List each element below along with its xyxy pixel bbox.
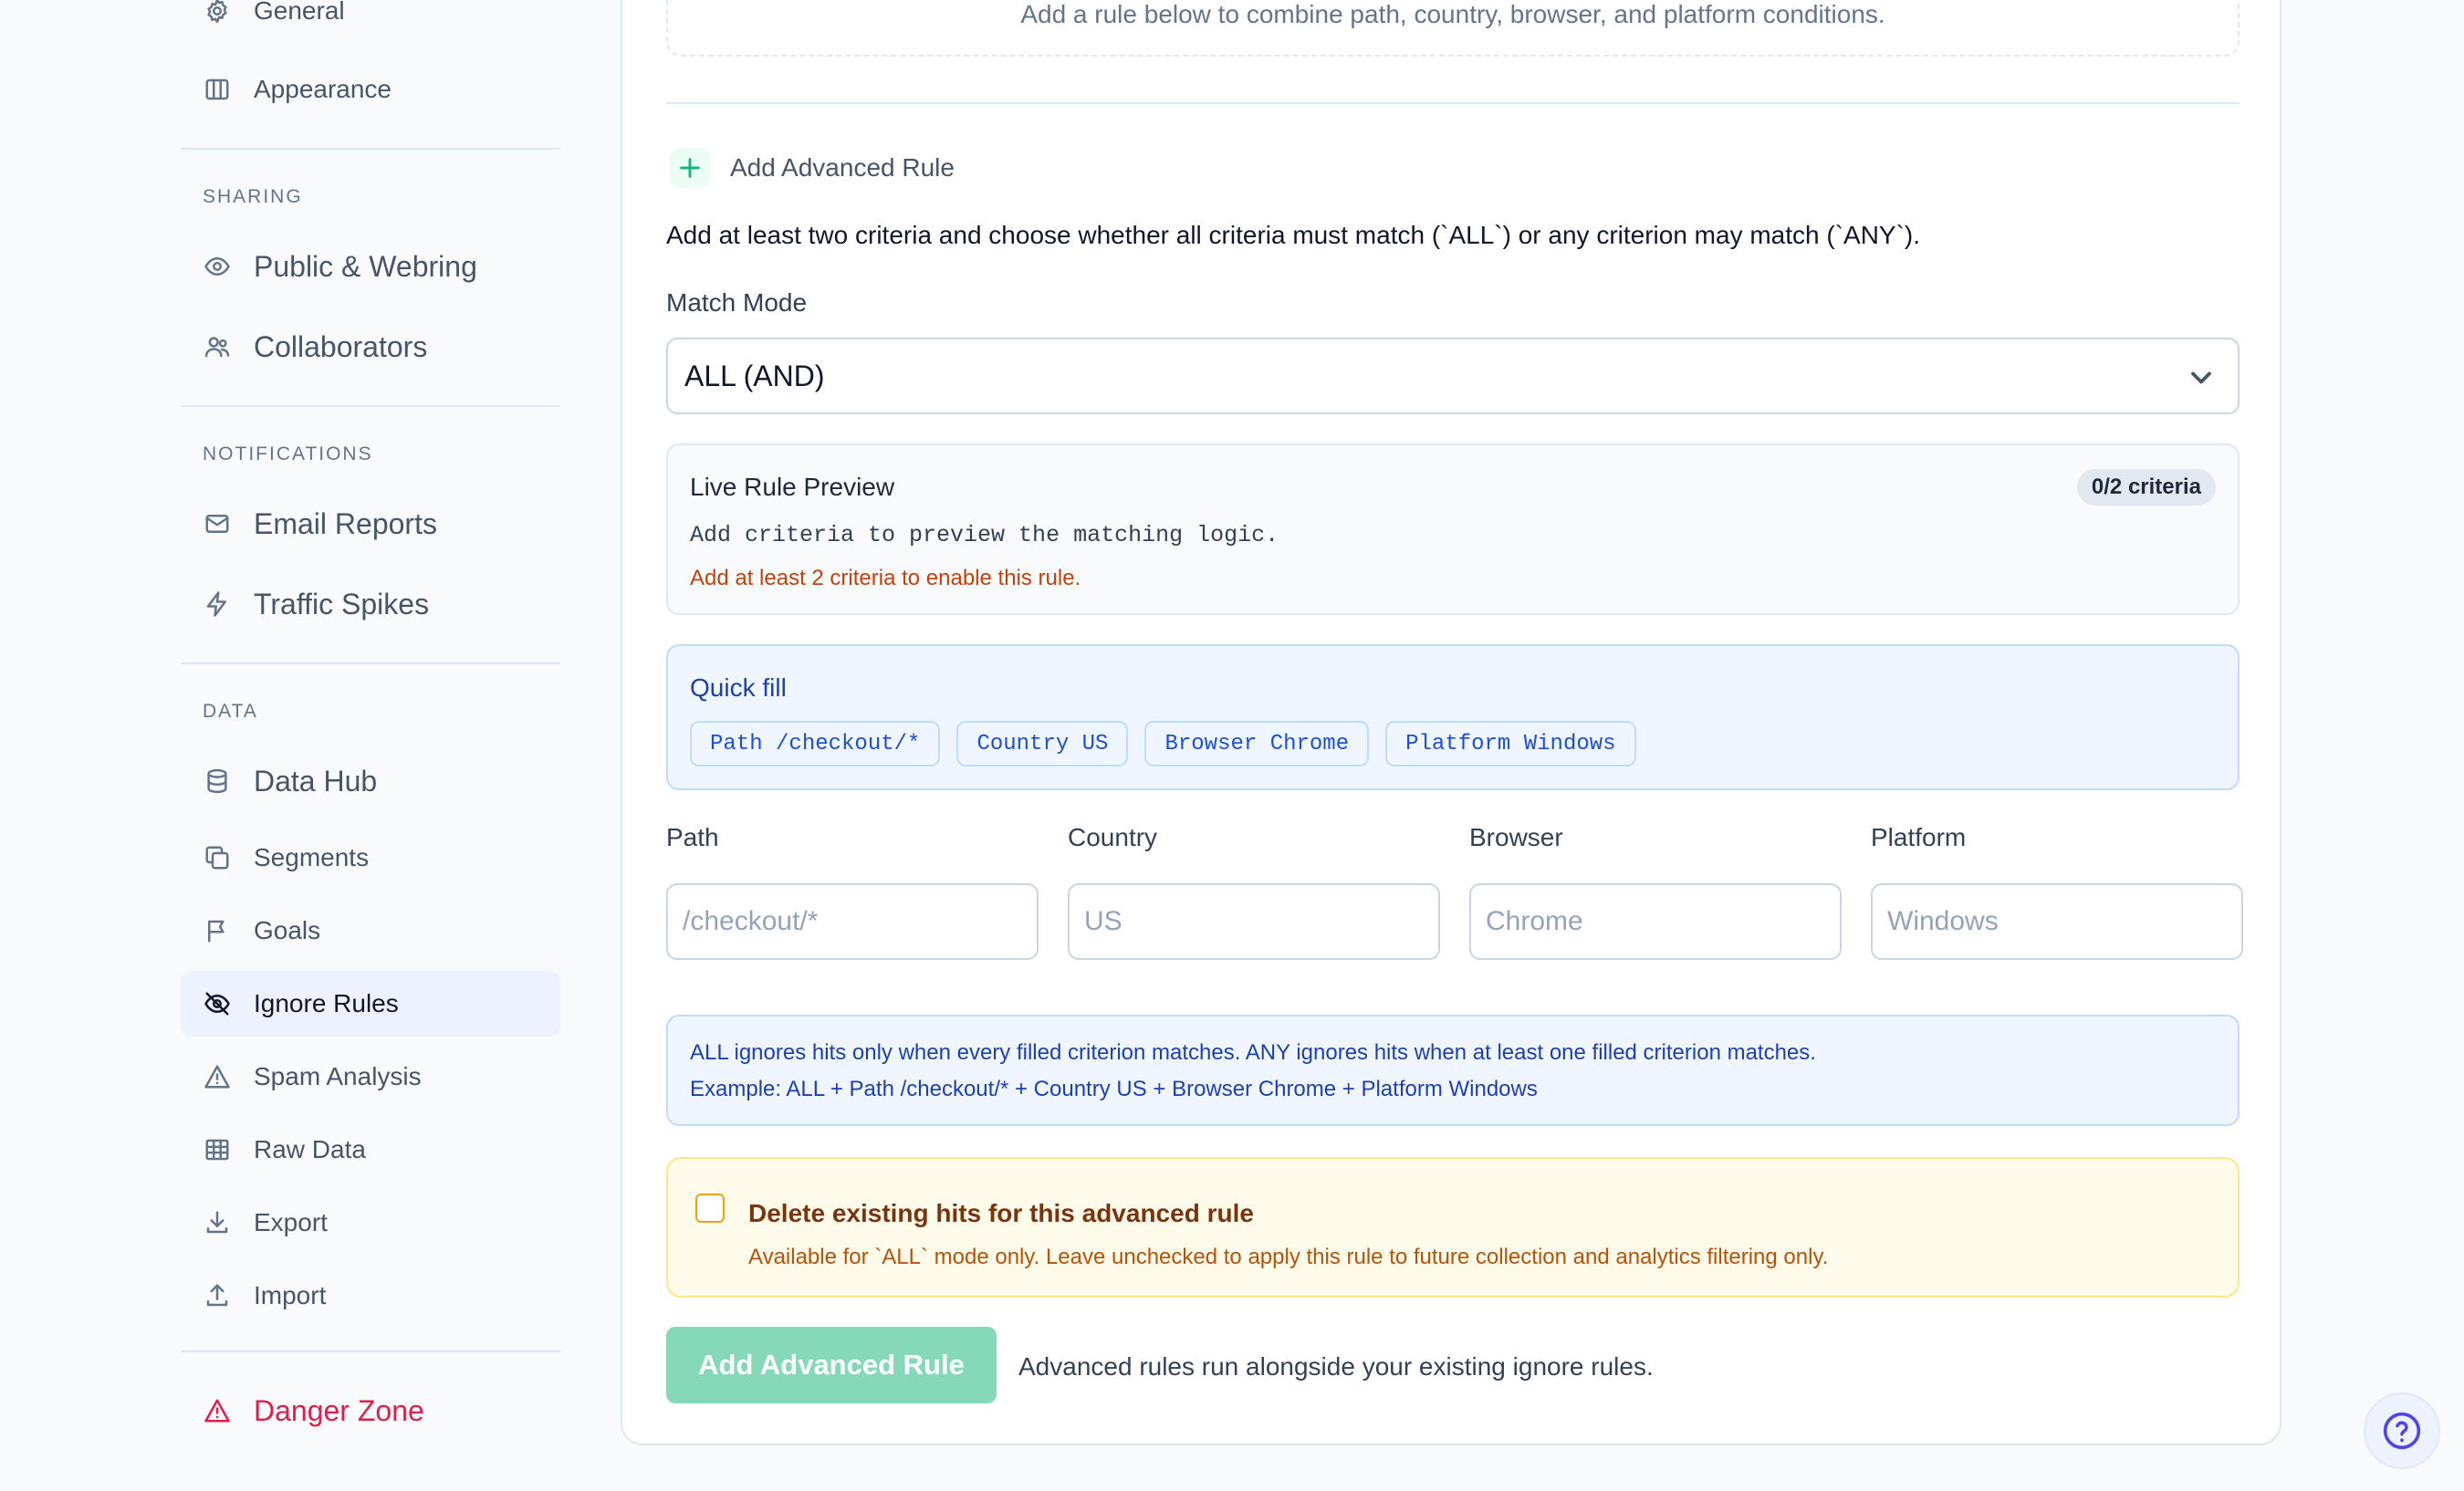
gear-icon xyxy=(203,0,232,26)
sidebar-item-public-webring[interactable]: Public & Webring xyxy=(181,234,560,299)
delete-hits-description: Available for `ALL` mode only. Leave unc… xyxy=(748,1245,1829,1269)
advanced-rule-title: Add Advanced Rule xyxy=(730,153,955,182)
preview-warning: Add at least 2 criteria to enable this r… xyxy=(690,566,1081,590)
sidebar-item-label: Traffic Spikes xyxy=(254,587,430,620)
help-icon xyxy=(2383,1412,2421,1450)
match-mode-label: Match Mode xyxy=(666,288,808,317)
path-label: Path xyxy=(666,823,719,851)
sidebar-item-label: Public & Webring xyxy=(254,249,477,283)
sidebar-item-data-hub[interactable]: Data Hub xyxy=(181,748,560,814)
sidebar-divider xyxy=(181,1350,560,1352)
sidebar-divider xyxy=(181,405,560,407)
sidebar-item-label: Appearance xyxy=(254,75,392,103)
sidebar-item-segments[interactable]: Segments xyxy=(181,825,560,891)
ignore-rules-card: Add a rule below to combine path, countr… xyxy=(621,0,2281,1445)
eye-off-icon xyxy=(203,989,232,1018)
quick-fill-chip-browser[interactable]: Browser Chrome xyxy=(1144,721,1370,766)
sidebar-item-label: Email Reports xyxy=(254,506,437,540)
columns-icon xyxy=(203,75,232,104)
bolt-icon xyxy=(203,589,232,619)
sidebar-item-general[interactable]: General xyxy=(181,0,560,44)
quick-fill-chips: Path /checkout/* Country US Browser Chro… xyxy=(690,721,1636,766)
sidebar-item-email-reports[interactable]: Email Reports xyxy=(181,491,560,557)
sidebar-section-sharing: SHARING xyxy=(203,186,303,207)
section-divider xyxy=(666,102,2240,104)
danger-triangle-icon xyxy=(203,1396,232,1425)
advanced-rule-description: Add at least two criteria and choose whe… xyxy=(666,221,1921,249)
sidebar-item-collaborators[interactable]: Collaborators xyxy=(181,314,560,380)
empty-state-text: Add a rule below to combine path, countr… xyxy=(1020,0,1885,28)
chevron-down-icon xyxy=(2185,361,2218,394)
match-mode-select[interactable]: ALL (AND) xyxy=(666,338,2240,414)
country-label: Country xyxy=(1068,823,1158,851)
sidebar-divider xyxy=(181,148,560,150)
delete-hits-checkbox[interactable] xyxy=(695,1194,725,1223)
path-field: Path xyxy=(666,823,1039,960)
settings-sidebar: General Appearance SHARING Public & Webr… xyxy=(181,0,560,1491)
add-advanced-rule-button[interactable]: Add Advanced Rule xyxy=(666,1327,997,1403)
sidebar-item-label: Segments xyxy=(254,843,370,871)
info-line-2: Example: ALL + Path /checkout/* + Countr… xyxy=(690,1077,1538,1101)
delete-hits-title: Delete existing hits for this advanced r… xyxy=(748,1199,1254,1227)
sidebar-item-export[interactable]: Export xyxy=(181,1190,560,1256)
country-field: Country xyxy=(1068,823,1440,960)
platform-label: Platform xyxy=(1871,823,1967,851)
criteria-count-badge: 0/2 criteria xyxy=(2076,469,2216,506)
sidebar-item-label: Goals xyxy=(254,916,321,944)
help-button[interactable] xyxy=(2364,1392,2440,1469)
sidebar-section-data: DATA xyxy=(203,701,258,722)
match-mode-value: ALL (AND) xyxy=(684,359,825,392)
sidebar-item-label: Raw Data xyxy=(254,1135,366,1163)
browser-input[interactable] xyxy=(1469,883,1842,960)
sidebar-divider xyxy=(181,662,560,664)
sidebar-item-appearance[interactable]: Appearance xyxy=(181,57,560,122)
table-icon xyxy=(203,1135,232,1164)
browser-label: Browser xyxy=(1469,823,1563,851)
sidebar-item-raw-data[interactable]: Raw Data xyxy=(181,1117,560,1183)
path-input[interactable] xyxy=(666,883,1039,960)
sidebar-item-label: Import xyxy=(254,1281,327,1309)
browser-field: Browser xyxy=(1469,823,1842,960)
preview-logic-text: Add criteria to preview the matching log… xyxy=(690,522,1279,548)
delete-hits-option: Delete existing hits for this advanced r… xyxy=(666,1157,2240,1298)
submit-note: Advanced rules run alongside your existi… xyxy=(1018,1352,1654,1381)
sidebar-item-ignore-rules[interactable]: Ignore Rules xyxy=(181,971,560,1037)
sidebar-item-spam-analysis[interactable]: Spam Analysis xyxy=(181,1044,560,1110)
users-icon xyxy=(203,332,232,361)
sidebar-item-label: Collaborators xyxy=(254,329,428,363)
sidebar-item-danger-zone[interactable]: Danger Zone xyxy=(181,1378,560,1444)
live-rule-preview: Live Rule Preview 0/2 criteria Add crite… xyxy=(666,443,2240,615)
download-icon xyxy=(203,1208,232,1237)
preview-title: Live Rule Preview xyxy=(690,473,895,501)
eye-icon xyxy=(203,252,232,281)
upload-icon xyxy=(203,1281,232,1310)
flag-icon xyxy=(203,916,232,945)
quick-fill-chip-platform[interactable]: Platform Windows xyxy=(1385,721,1636,766)
database-icon xyxy=(203,766,232,796)
sidebar-item-label: General xyxy=(254,0,345,25)
quick-fill-panel: Quick fill Path /checkout/* Country US B… xyxy=(666,644,2240,790)
quick-fill-chip-path[interactable]: Path /checkout/* xyxy=(690,721,941,766)
alert-triangle-icon xyxy=(203,1062,232,1091)
platform-input[interactable] xyxy=(1871,883,2243,960)
sidebar-item-traffic-spikes[interactable]: Traffic Spikes xyxy=(181,571,560,637)
quick-fill-chip-country[interactable]: Country US xyxy=(956,721,1129,766)
info-line-1: ALL ignores hits only when every filled … xyxy=(690,1040,1816,1065)
platform-field: Platform xyxy=(1871,823,2243,960)
match-mode-info: ALL ignores hits only when every filled … xyxy=(666,1015,2240,1126)
plus-icon xyxy=(670,148,710,188)
sidebar-item-label: Danger Zone xyxy=(254,1393,424,1427)
country-input[interactable] xyxy=(1068,883,1440,960)
sidebar-item-label: Export xyxy=(254,1208,328,1236)
copy-icon xyxy=(203,843,232,872)
sidebar-item-goals[interactable]: Goals xyxy=(181,898,560,964)
advanced-rule-heading: Add Advanced Rule xyxy=(670,148,955,188)
sidebar-item-import[interactable]: Import xyxy=(181,1263,560,1329)
quick-fill-title: Quick fill xyxy=(690,673,787,702)
sidebar-item-label: Spam Analysis xyxy=(254,1062,422,1090)
sidebar-section-notifications: NOTIFICATIONS xyxy=(203,443,373,464)
sidebar-item-label: Ignore Rules xyxy=(254,989,399,1017)
sidebar-item-label: Data Hub xyxy=(254,764,378,798)
mail-icon xyxy=(203,509,232,538)
